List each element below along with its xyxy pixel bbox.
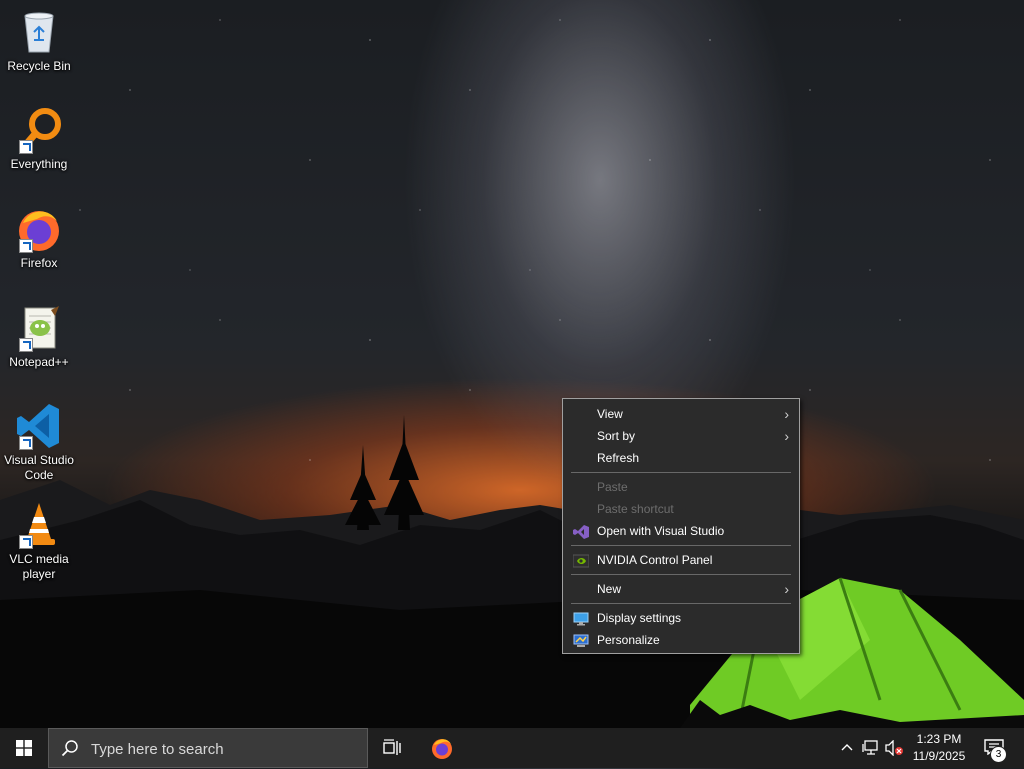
- menu-item-refresh[interactable]: Refresh: [563, 447, 799, 469]
- menu-item-label: Open with Visual Studio: [597, 524, 725, 538]
- menu-item-label: View: [597, 407, 623, 421]
- menu-item-label: Display settings: [597, 611, 682, 625]
- menu-item-open-with-visual-studio[interactable]: Open with Visual Studio: [563, 520, 799, 542]
- menu-item-label: Paste: [597, 480, 628, 494]
- desktop-icon-label: Everything: [10, 157, 68, 171]
- desktop-icon-vscode[interactable]: Visual Studio Code: [1, 402, 77, 483]
- taskbar-firefox-button[interactable]: [420, 728, 464, 768]
- taskbar-search-box[interactable]: [48, 728, 368, 769]
- shortcut-arrow-icon: [19, 338, 33, 352]
- menu-item-new[interactable]: New ›: [563, 578, 799, 600]
- nvidia-icon: [572, 553, 590, 568]
- desktop-icon-label: Recycle Bin: [7, 59, 71, 73]
- desktop-icon-recycle-bin[interactable]: Recycle Bin: [1, 8, 77, 74]
- search-input[interactable]: [89, 729, 363, 769]
- desktop-icon-firefox[interactable]: Firefox: [1, 205, 77, 271]
- windows-logo-icon: [16, 740, 32, 761]
- visual-studio-icon: [573, 524, 589, 539]
- vscode-icon: [15, 402, 63, 450]
- start-button[interactable]: [0, 728, 48, 768]
- menu-item-label: Personalize: [597, 633, 660, 647]
- firefox-icon: [15, 205, 63, 253]
- wallpaper-landscape: [0, 415, 1024, 768]
- desktop-icon-label: Firefox: [20, 256, 58, 270]
- desktop-icon-everything[interactable]: Everything: [1, 106, 77, 172]
- shortcut-arrow-icon: [19, 140, 33, 154]
- display-icon: [573, 611, 589, 626]
- desktop-icon-label: Visual Studio Code: [4, 453, 74, 482]
- volume-muted-icon[interactable]: [884, 739, 904, 761]
- clock-date: 11/9/2025: [912, 749, 966, 763]
- desktop-icon-notepadpp[interactable]: Notepad++: [1, 304, 77, 370]
- chevron-right-icon: ›: [784, 581, 789, 597]
- menu-item-label: Sort by: [597, 429, 636, 443]
- menu-separator: [571, 472, 791, 473]
- menu-item-sort-by[interactable]: Sort by ›: [563, 425, 799, 447]
- task-view-icon: [383, 739, 401, 762]
- recycle-bin-icon: [15, 8, 63, 56]
- desktop-context-menu: View › Sort by › Refresh Paste Paste sho…: [562, 398, 800, 654]
- menu-item-display-settings[interactable]: Display settings: [563, 607, 799, 629]
- desktop-icon-vlc[interactable]: VLC media player: [1, 501, 77, 582]
- menu-item-nvidia-control-panel[interactable]: NVIDIA Control Panel: [563, 549, 799, 571]
- menu-item-paste: Paste: [563, 476, 799, 498]
- shortcut-arrow-icon: [19, 535, 33, 549]
- chevron-right-icon: ›: [784, 406, 789, 422]
- wallpaper-stars: [0, 0, 1024, 768]
- menu-item-label: NVIDIA Control Panel: [597, 553, 713, 567]
- notepadpp-icon: [15, 304, 63, 352]
- chevron-right-icon: ›: [784, 428, 789, 444]
- menu-item-paste-shortcut: Paste shortcut: [563, 498, 799, 520]
- taskbar: 1:23 PM 11/9/2025 3: [0, 728, 1024, 769]
- shortcut-arrow-icon: [19, 436, 33, 450]
- notification-count-badge: 3: [990, 746, 1007, 763]
- taskbar-clock[interactable]: 1:23 PM 11/9/2025: [904, 731, 974, 765]
- menu-item-label: Refresh: [597, 451, 640, 465]
- system-tray: [836, 728, 904, 768]
- menu-item-label: New: [597, 582, 622, 596]
- desktop-icon-label: Notepad++: [9, 355, 69, 369]
- menu-separator: [571, 603, 791, 604]
- chevron-up-icon[interactable]: [840, 741, 854, 760]
- menu-separator: [571, 574, 791, 575]
- search-icon: [61, 739, 79, 762]
- menu-item-view[interactable]: View ›: [563, 403, 799, 425]
- menu-item-personalize[interactable]: Personalize: [563, 629, 799, 651]
- vlc-icon: [15, 501, 63, 549]
- shortcut-arrow-icon: [19, 239, 33, 253]
- menu-separator: [571, 545, 791, 546]
- menu-item-label: Paste shortcut: [597, 502, 674, 516]
- desktop-icon-label: VLC media player: [9, 552, 69, 581]
- firefox-icon: [430, 736, 454, 765]
- personalize-icon: [573, 633, 589, 647]
- network-icon[interactable]: [862, 740, 880, 761]
- task-view-button[interactable]: [370, 728, 414, 768]
- everything-icon: [15, 106, 63, 154]
- clock-time: 1:23 PM: [916, 732, 962, 746]
